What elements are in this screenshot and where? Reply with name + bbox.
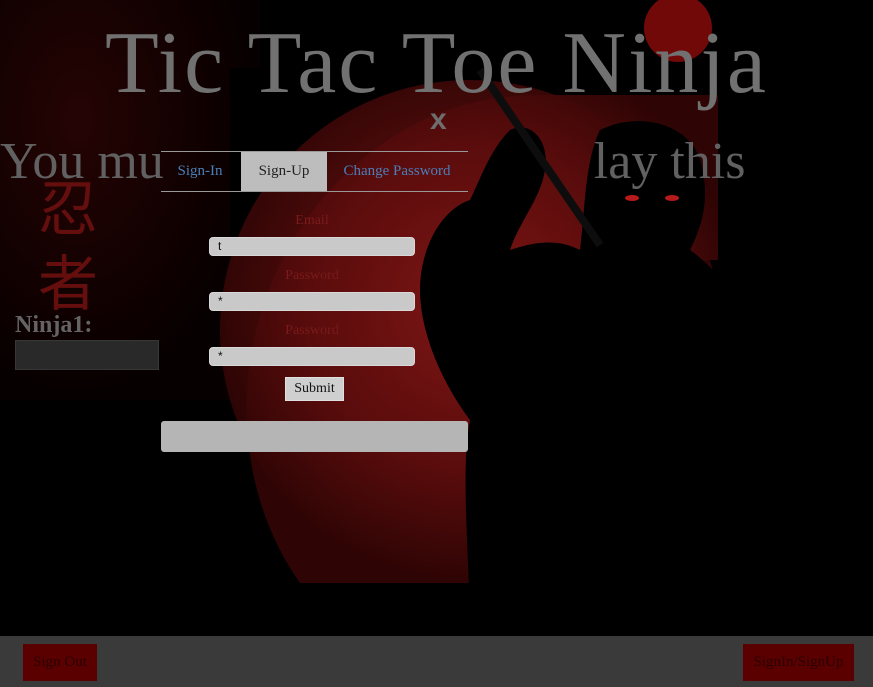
tab-sign-up[interactable]: Sign-Up <box>241 152 327 191</box>
tab-change-password[interactable]: Change Password <box>335 152 459 191</box>
auth-message-area <box>161 421 468 452</box>
sign-in-sign-up-button[interactable]: SignIn/SignUp <box>743 644 854 681</box>
close-icon[interactable]: x <box>430 103 447 137</box>
submit-button[interactable]: Submit <box>285 377 344 401</box>
sign-out-button[interactable]: Sign Out <box>23 644 97 681</box>
footer-bar: Sign Out SignIn/SignUp <box>0 636 873 687</box>
email-field[interactable]: t <box>209 237 415 256</box>
password-field[interactable]: * <box>209 292 415 311</box>
tab-sign-in[interactable]: Sign-In <box>161 152 239 191</box>
email-label: Email <box>295 213 329 228</box>
password-label: Password <box>285 268 339 283</box>
password-confirm-label: Password <box>285 323 339 338</box>
password-confirm-field[interactable]: * <box>209 347 415 366</box>
auth-tab-bar: Sign-In Sign-Up Change Password <box>161 151 468 192</box>
modal-overlay <box>0 0 873 636</box>
